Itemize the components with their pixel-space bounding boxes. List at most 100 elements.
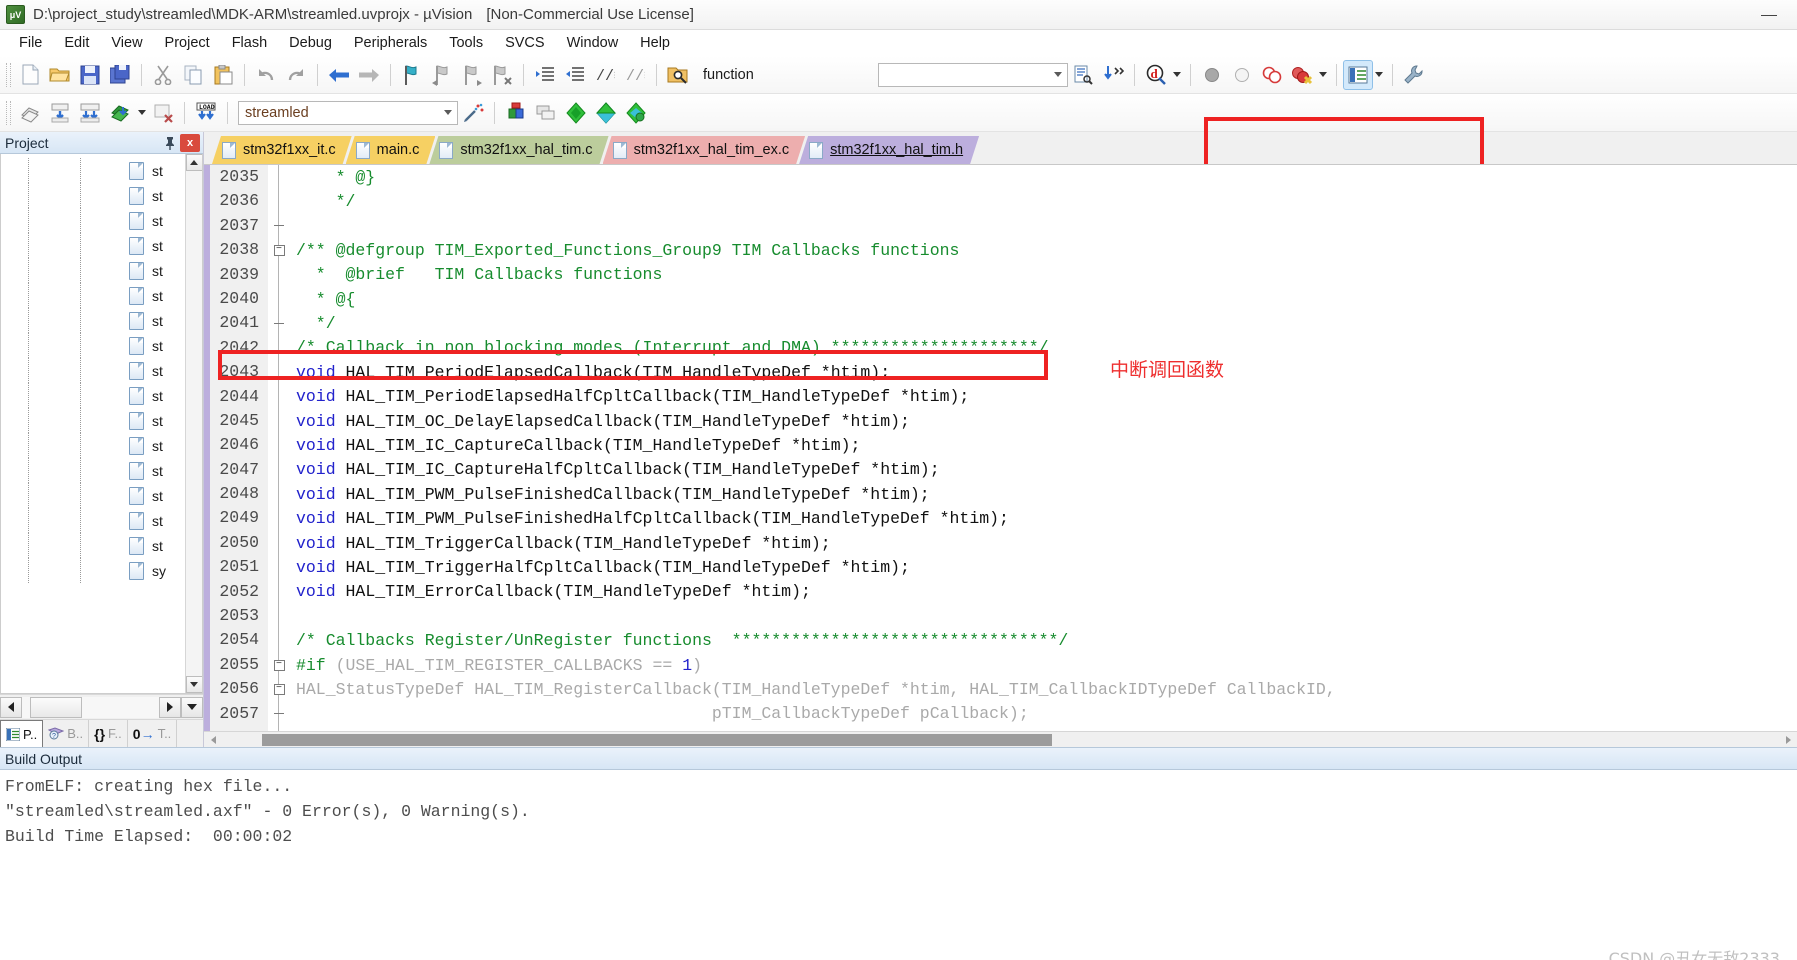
fold-column[interactable] [268,262,290,287]
toolbar-grip[interactable] [6,62,11,87]
tree-item[interactable]: st [1,283,185,308]
tree-item[interactable]: st [1,383,185,408]
fold-column[interactable] [268,482,290,507]
code-line[interactable]: 2039 * @brief TIM Callbacks functions [210,262,1797,287]
menu-tools[interactable]: Tools [438,32,494,54]
code-line[interactable]: 2041 */ [210,311,1797,336]
build-output-panel[interactable]: FromELF: creating hex file... "streamled… [0,770,1797,960]
tree-item[interactable]: st [1,183,185,208]
batch-build-caret-icon[interactable] [135,99,148,127]
tree-item[interactable]: st [1,433,185,458]
code-line[interactable]: 2036 */ [210,189,1797,214]
code-line[interactable]: 2051 void HAL_TIM_TriggerHalfCpltCallback… [210,555,1797,580]
build-toolbar-grip[interactable] [6,100,11,125]
tree-item[interactable]: st [1,483,185,508]
indent-icon[interactable] [530,60,560,90]
open-file-icon[interactable] [45,60,75,90]
code-viewport[interactable]: 2035 * @} 2036 */2037 2038−/** @defgroup T… [210,165,1797,731]
translate-icon[interactable] [15,98,45,128]
save-all-icon[interactable] [105,60,135,90]
configure-wrench-icon[interactable] [1399,60,1429,90]
editor-hscroll-track[interactable] [222,733,1779,747]
code-line[interactable]: 2052 void HAL_TIM_ErrorCallback(TIM_Handl… [210,579,1797,605]
scroll-up-arrow-icon[interactable] [185,154,202,171]
code-line[interactable]: 2050 void HAL_TIM_TriggerCallback(TIM_Han… [210,530,1797,556]
editor-tab-stm32f1xx-hal-tim-c[interactable]: stm32f1xx_hal_tim.c [429,136,608,164]
fold-column[interactable] [268,530,290,556]
code-line[interactable]: 2049 void HAL_TIM_PWM_PulseFinishedHalfCp… [210,506,1797,531]
editor-scroll-right-icon[interactable] [1779,733,1797,747]
previous-bookmark-icon[interactable] [427,60,457,90]
menu-svcs[interactable]: SVCS [494,32,556,54]
fold-column[interactable] [268,701,290,726]
kill-breakpoints-icon[interactable] [1257,60,1287,90]
code-line[interactable]: 2054 /* Callbacks Register/UnRegister fun… [210,628,1797,653]
fold-column[interactable]: − [268,677,290,702]
scroll-right-arrow-icon[interactable] [159,696,181,718]
code-line[interactable]: 2042 /* Callback in non blocking modes (I… [210,335,1797,361]
cut-icon[interactable] [148,60,178,90]
fold-column[interactable] [268,213,290,239]
editor-hscroll-thumb[interactable] [262,733,1052,746]
code-line[interactable]: 2047 void HAL_TIM_IC_CaptureHalfCpltCallb… [210,457,1797,483]
redo-icon[interactable] [281,60,311,90]
target-chevron-down-icon[interactable] [439,102,457,124]
tree-item[interactable]: sy [1,558,185,583]
hscroll-thumb[interactable] [30,696,82,718]
save-icon[interactable] [75,60,105,90]
manage-components-icon[interactable] [531,98,561,128]
menu-edit[interactable]: Edit [53,32,100,54]
code-line[interactable]: 2048 void HAL_TIM_PWM_PulseFinishedCallba… [210,482,1797,507]
pin-icon[interactable] [160,133,180,153]
fold-column[interactable] [268,628,290,653]
code-line[interactable]: 2043 void HAL_TIM_PeriodElapsedCallback(T… [210,360,1797,385]
find-in-files-icon[interactable] [1068,60,1098,90]
fold-column[interactable] [268,579,290,605]
editor-tab-stm32f1xx-it-c[interactable]: stm32f1xx_it.c [212,136,352,164]
scroll-extra-down-icon[interactable] [181,696,203,718]
tree-item[interactable]: st [1,508,185,533]
batch-build-icon[interactable] [105,98,135,128]
menu-project[interactable]: Project [154,32,221,54]
code-line[interactable]: 2057 pTIM_CallbackTypeDef pCallback); [210,701,1797,726]
code-line[interactable]: 2035 * @} [210,165,1797,190]
tree-item[interactable]: st [1,233,185,258]
fold-column[interactable] [268,506,290,531]
tree-item[interactable]: st [1,533,185,558]
scroll-down-arrow-icon[interactable] [185,676,202,693]
navigate-back-icon[interactable] [324,60,354,90]
code-line[interactable]: 2045 void HAL_TIM_OC_DelayElapsedCallback… [210,408,1797,434]
insert-breakpoint-icon[interactable] [1197,60,1227,90]
tree-item[interactable]: st [1,208,185,233]
hscroll-track[interactable] [22,696,159,718]
code-line[interactable]: 2040 * @{ [210,286,1797,312]
target-select[interactable]: streamled [238,100,458,125]
fold-column[interactable] [268,311,290,336]
window-layout-icon[interactable] [1342,59,1373,90]
tree-item[interactable]: st [1,408,185,433]
comment-icon[interactable]: //≡ [590,60,620,90]
fold-column[interactable] [268,457,290,483]
disable-all-breakpoints-icon[interactable] [1287,60,1317,90]
layout-dropdown-caret-icon[interactable] [1373,61,1386,89]
scroll-track[interactable] [185,171,202,676]
tab-templates[interactable]: 0→ T.. [128,720,178,747]
project-tree[interactable]: st st st st st st st st st st st st st s… [0,154,203,694]
fold-column[interactable] [268,335,290,361]
fold-column[interactable] [268,725,290,731]
rebuild-icon[interactable] [75,98,105,128]
tree-item[interactable]: st [1,358,185,383]
code-line[interactable]: 2044 void HAL_TIM_PeriodElapsedHalfCpltCa… [210,384,1797,409]
code-line[interactable]: 2055− #if (USE_HAL_TIM_REGISTER_CALLBACKS… [210,652,1797,678]
next-bookmark-icon[interactable] [457,60,487,90]
fold-collapse-icon[interactable]: − [273,683,285,695]
fold-column[interactable]: − [268,238,290,263]
clear-bookmarks-icon[interactable] [487,60,517,90]
incremental-find-icon[interactable] [1098,60,1128,90]
code-line[interactable]: 2038−/** @defgroup TIM_Exported_Function… [210,238,1797,263]
fold-column[interactable] [268,604,290,629]
editor-tab-main-c[interactable]: main.c [346,136,436,164]
code-line[interactable]: 2053 [210,604,1797,629]
debug-dropdown-caret-icon[interactable] [1171,61,1184,89]
paste-icon[interactable] [208,60,238,90]
